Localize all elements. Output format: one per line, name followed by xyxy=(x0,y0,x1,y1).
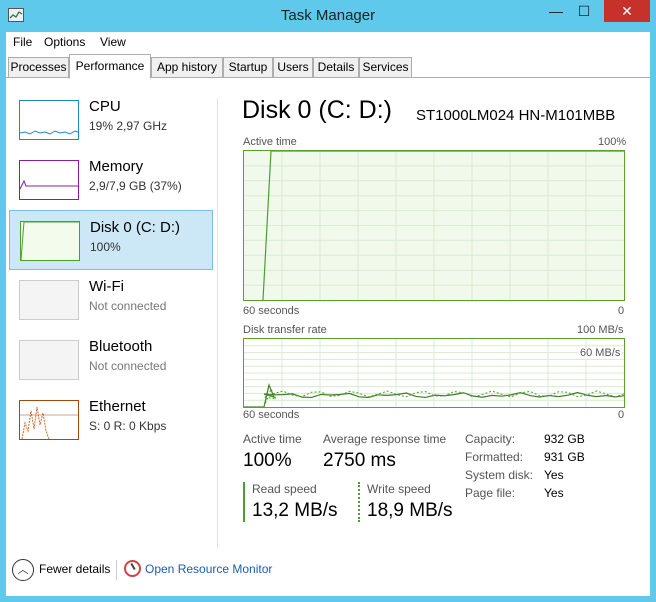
page-file-value: Yes xyxy=(544,486,564,500)
tab-startup[interactable]: Startup xyxy=(223,57,273,78)
tab-users[interactable]: Users xyxy=(273,57,313,78)
tab-performance[interactable]: Performance xyxy=(69,54,151,79)
active-time-graph[interactable] xyxy=(243,150,625,301)
resource-monitor-icon[interactable] xyxy=(124,560,141,577)
footer-bar: ︿ Fewer details Open Resource Monitor xyxy=(6,554,650,596)
resource-name: Disk 0 (C: D:) xyxy=(90,219,180,236)
resource-name: Memory xyxy=(89,158,144,175)
read-speed-label: Read speed xyxy=(252,482,317,496)
resource-ethernet[interactable]: Ethernet S: 0 R: 0 Kbps xyxy=(9,390,213,450)
chevron-up-icon[interactable]: ︿ xyxy=(12,559,34,581)
avg-response-value: 2750 ms xyxy=(323,450,396,471)
capacity-value: 932 GB xyxy=(544,432,585,446)
menu-bar: File Options View xyxy=(6,32,650,52)
task-manager-window: Task Manager — ☐ ✕ File Options View Pro… xyxy=(0,0,656,602)
active-time-value: 100% xyxy=(243,450,292,471)
active-time-graph-min: 0 xyxy=(618,305,625,317)
transfer-rate-graph-mid: 60 MB/s xyxy=(578,347,623,359)
tab-services[interactable]: Services xyxy=(359,57,412,78)
disk-mini-graph xyxy=(20,221,80,261)
close-button[interactable]: ✕ xyxy=(604,0,650,22)
tab-details[interactable]: Details xyxy=(313,57,359,78)
resource-list: CPU 19% 2,97 GHz Memory 2,9/7,9 GB (37%)… xyxy=(6,80,218,560)
menu-options[interactable]: Options xyxy=(44,35,85,49)
resource-name: Ethernet xyxy=(89,398,146,415)
avg-response-label: Average response time xyxy=(323,432,447,446)
ethernet-mini-graph xyxy=(19,400,79,440)
transfer-rate-graph-max: 100 MB/s xyxy=(577,324,624,336)
panel-divider xyxy=(217,98,218,548)
resource-status: S: 0 R: 0 Kbps xyxy=(89,419,167,433)
footer-separator xyxy=(116,560,117,580)
transfer-rate-graph[interactable] xyxy=(243,338,625,408)
resource-bluetooth[interactable]: Bluetooth Not connected xyxy=(9,330,213,390)
system-disk-value: Yes xyxy=(544,468,564,482)
resource-disk[interactable]: Disk 0 (C: D:) 100% xyxy=(9,210,213,270)
read-speed-block: Read speed 13,2 MB/s xyxy=(243,482,353,522)
active-time-graph-max: 100% xyxy=(598,136,627,148)
write-speed-block: Write speed 18,9 MB/s xyxy=(358,482,468,522)
resource-status: 100% xyxy=(90,240,121,254)
wifi-mini-graph xyxy=(19,280,79,320)
resource-status: 19% 2,97 GHz xyxy=(89,119,168,133)
resource-name: Wi-Fi xyxy=(89,278,124,295)
active-time-graph-label: Active time xyxy=(243,136,297,148)
memory-mini-graph xyxy=(19,160,79,200)
resource-wifi[interactable]: Wi-Fi Not connected xyxy=(9,270,213,330)
disk-model: ST1000LM024 HN-M101MBB xyxy=(416,107,616,124)
open-resource-monitor-link[interactable]: Open Resource Monitor xyxy=(145,562,272,576)
resource-memory[interactable]: Memory 2,9/7,9 GB (37%) xyxy=(9,150,213,210)
resource-name: CPU xyxy=(89,98,121,115)
capacity-label: Capacity: xyxy=(465,432,516,446)
system-disk-label: System disk: xyxy=(465,468,534,482)
transfer-rate-graph-label: Disk transfer rate xyxy=(243,324,327,336)
write-speed-value: 18,9 MB/s xyxy=(367,500,453,521)
resource-status: Not connected xyxy=(89,359,167,373)
menu-view[interactable]: View xyxy=(100,35,126,49)
tab-processes[interactable]: Processes xyxy=(8,57,69,78)
title-bar[interactable]: Task Manager — ☐ ✕ xyxy=(0,0,656,32)
disk-title: Disk 0 (C: D:) xyxy=(242,96,392,124)
formatted-label: Formatted: xyxy=(465,450,524,464)
transfer-rate-graph-span: 60 seconds xyxy=(243,409,300,421)
resource-name: Bluetooth xyxy=(89,338,153,355)
active-time-label: Active time xyxy=(243,432,302,446)
page-file-label: Page file: xyxy=(465,486,516,500)
resource-cpu[interactable]: CPU 19% 2,97 GHz xyxy=(9,90,213,150)
client-area: File Options View Processes Performance … xyxy=(6,32,650,596)
bluetooth-mini-graph xyxy=(19,340,79,380)
active-time-graph-span: 60 seconds xyxy=(243,305,300,317)
transfer-rate-graph-min: 0 xyxy=(618,409,625,421)
cpu-mini-graph xyxy=(19,100,79,140)
tab-app-history[interactable]: App history xyxy=(151,57,223,78)
minimize-button[interactable]: — xyxy=(542,0,570,22)
tab-strip: Processes Performance App history Startu… xyxy=(6,54,650,79)
formatted-value: 931 GB xyxy=(544,450,585,464)
resource-status: Not connected xyxy=(89,299,167,313)
resource-status: 2,9/7,9 GB (37%) xyxy=(89,179,182,193)
write-speed-label: Write speed xyxy=(367,482,431,496)
fewer-details-link[interactable]: Fewer details xyxy=(39,562,110,576)
menu-file[interactable]: File xyxy=(13,35,32,49)
read-speed-value: 13,2 MB/s xyxy=(252,500,338,521)
maximize-button[interactable]: ☐ xyxy=(570,0,598,22)
